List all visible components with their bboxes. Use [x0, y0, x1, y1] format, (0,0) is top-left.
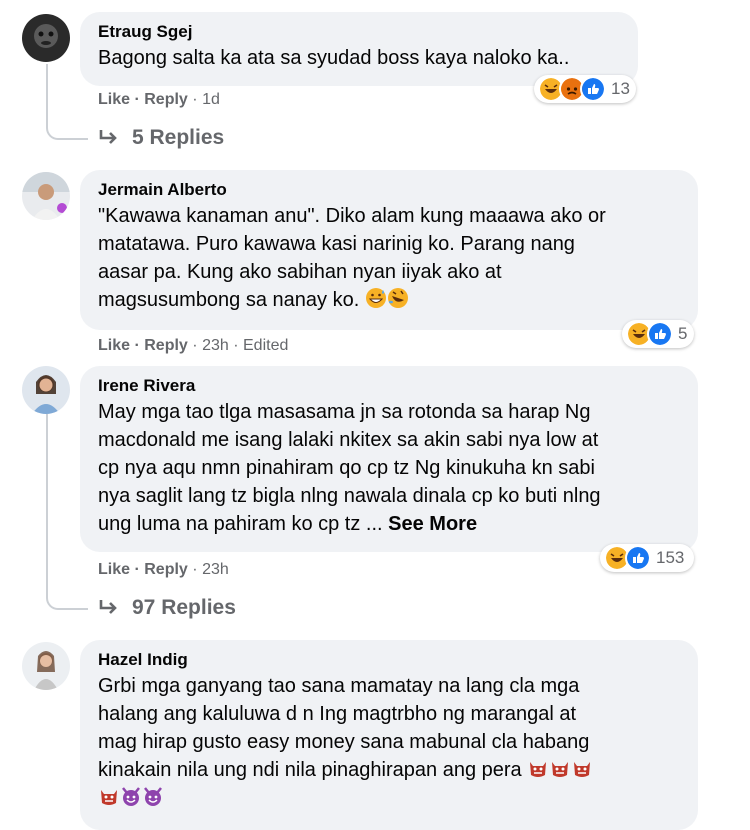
- reply-arrow-icon: [99, 600, 117, 614]
- reaction-count: 153: [656, 548, 685, 567]
- reaction-count: 13: [611, 79, 630, 98]
- like-icon: [647, 321, 673, 347]
- comment-author[interactable]: Hazel Indig: [98, 650, 680, 670]
- edited-label: Edited: [243, 337, 289, 354]
- comment-bubble: Jermain Alberto "Kawawa kanaman anu". Di…: [80, 170, 698, 330]
- comment-bubble: Hazel Indig Grbi mga ganyang tao sana ma…: [80, 640, 698, 830]
- rofl-emoji: [387, 288, 408, 308]
- avatar[interactable]: [22, 366, 70, 414]
- comment-actions: Like · Reply · 1d: [98, 91, 220, 108]
- avatar[interactable]: [22, 172, 70, 220]
- reaction-summary[interactable]: 153: [600, 544, 694, 572]
- comment-text: "Kawawa kanaman anu". Diko alam kung maa…: [98, 205, 606, 311]
- view-replies-link[interactable]: 97 Replies: [98, 596, 236, 620]
- comment-author[interactable]: Jermain Alberto: [98, 180, 680, 200]
- reaction-count: 5: [678, 324, 688, 343]
- like-button[interactable]: Like: [98, 561, 130, 578]
- comment-bubble: Irene Rivera May mga tao tlga masasama j…: [80, 366, 698, 552]
- ogre-emoji: [574, 762, 591, 777]
- reply-button[interactable]: Reply: [144, 337, 188, 354]
- comment-text: Grbi mga ganyang tao sana mamatay na lan…: [98, 672, 680, 812]
- reaction-summary[interactable]: 5: [622, 320, 694, 348]
- avatar[interactable]: [22, 642, 70, 690]
- reply-arrow-icon: [99, 130, 117, 144]
- replies-label: 5 Replies: [132, 126, 225, 149]
- reaction-summary[interactable]: 13: [534, 75, 636, 103]
- view-replies-link[interactable]: 5 Replies: [98, 126, 224, 150]
- comment-actions: Like · Reply · 23h: [98, 561, 229, 578]
- comment-author[interactable]: Etraug Sgej: [98, 22, 620, 42]
- like-icon: [580, 76, 606, 102]
- devil-emoji: [122, 787, 140, 806]
- like-button[interactable]: Like: [98, 91, 130, 108]
- avatar[interactable]: [22, 14, 70, 62]
- comment-text: Bagong salta ka ata sa syudad boss kaya …: [98, 47, 570, 69]
- reply-button[interactable]: Reply: [144, 561, 188, 578]
- timestamp[interactable]: 1d: [202, 91, 220, 108]
- timestamp[interactable]: 23h: [202, 561, 229, 578]
- thread-curve: [46, 100, 88, 140]
- reply-button[interactable]: Reply: [144, 91, 188, 108]
- devil-emoji: [144, 787, 162, 806]
- ogre-emoji: [101, 790, 117, 805]
- grinning-sweat-emoji: [365, 288, 386, 308]
- ogre-emoji: [552, 762, 569, 777]
- comment-text: May mga tao tlga masasama jn sa rotonda …: [98, 401, 601, 535]
- thread-line: [46, 414, 48, 574]
- see-more-link[interactable]: See More: [388, 513, 477, 535]
- like-icon: [625, 545, 651, 571]
- timestamp[interactable]: 23h: [202, 337, 229, 354]
- comment-author[interactable]: Irene Rivera: [98, 376, 680, 396]
- like-button[interactable]: Like: [98, 337, 130, 354]
- comment-actions: Like · Reply · 23h · Edited: [98, 337, 289, 354]
- replies-label: 97 Replies: [132, 596, 236, 619]
- ogre-emoji: [530, 762, 547, 777]
- thread-curve: [46, 574, 88, 610]
